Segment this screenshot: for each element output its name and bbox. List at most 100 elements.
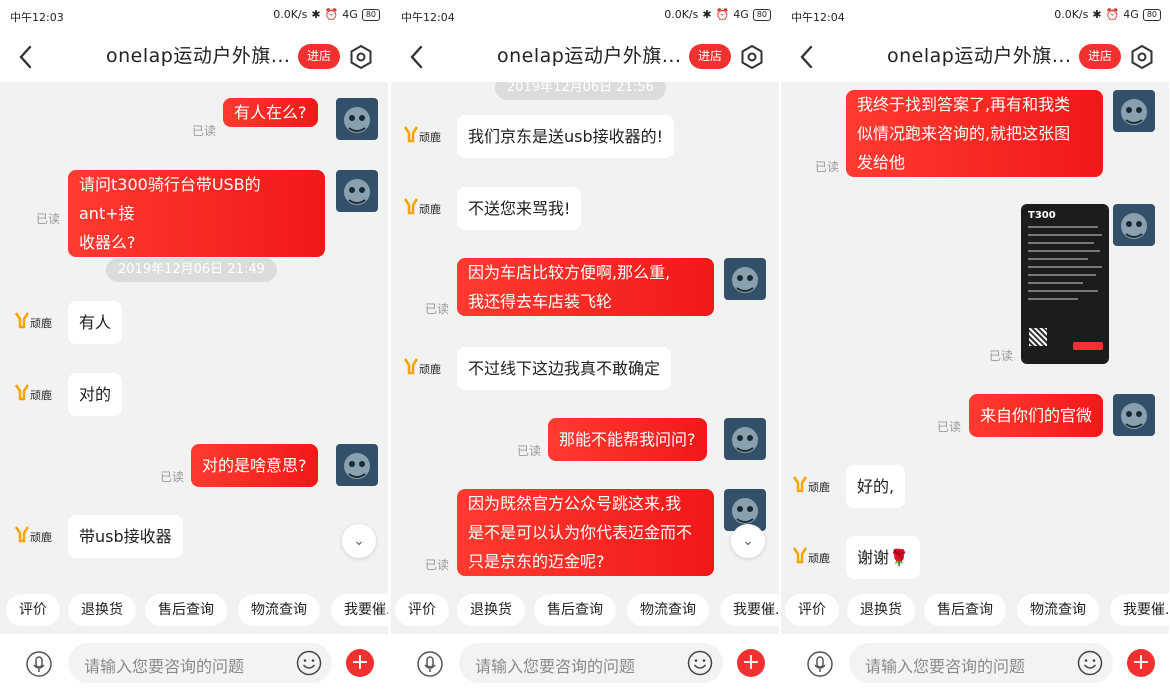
chat-header: onelap运动户外旗... 进店 [391,32,779,82]
user-avatar[interactable] [724,418,766,460]
message-bubble[interactable]: 有人在么? [223,98,318,127]
quick-reply-urge[interactable]: 我要催... [331,594,388,626]
quick-reply-review[interactable]: 评价 [6,594,60,626]
message-bubble[interactable]: 不送您来骂我! [457,187,582,230]
message-input[interactable]: 请输入您要咨询的问题 [459,643,723,683]
quick-reply-logistics[interactable]: 物流查询 [1017,594,1099,626]
battery-icon: 80 [361,8,380,21]
message-bubble[interactable]: 对的是啥意思? [191,444,318,487]
deer-logo-icon [14,384,30,401]
add-button[interactable]: + [346,649,374,677]
message-bubble[interactable]: 不过线下这边我真不敢确定 [457,347,672,390]
quick-reply-urge[interactable]: 我要催... [1110,594,1169,626]
message-bubble[interactable]: 来自你们的官微 [969,394,1104,437]
back-arrow-icon[interactable] [14,43,40,71]
read-status: 已读 [815,160,840,174]
status-time: 中午12:03 [10,11,64,24]
message-bubble[interactable]: 我们京东是送usb接收器的! [457,115,675,158]
message-bubble[interactable]: 谢谢🌹 [846,536,920,579]
bluetooth-icon: ✱ [702,8,712,21]
quick-reply-aftersale[interactable]: 售后查询 [534,594,616,626]
settings-icon[interactable] [348,44,374,70]
message-list: 已读 我终于找到答案了,再有和我类 似情况跑来咨询的,就把这张图 发给他 已读 … [781,82,1169,592]
qr-code [1029,328,1047,346]
add-button[interactable]: + [737,649,765,677]
shop-logo: 顽鹿 [14,525,60,547]
message-bubble[interactable]: 带usb接收器 [68,515,183,558]
quick-reply-logistics[interactable]: 物流查询 [627,594,709,626]
microphone-icon[interactable] [807,651,833,677]
shared-image[interactable]: T300 [1021,204,1109,364]
message-bubble[interactable]: 我终于找到答案了,再有和我类 似情况跑来咨询的,就把这张图 发给他 [846,90,1103,177]
message-input[interactable]: 请输入您要咨询的问题 [849,643,1113,683]
message-input-placeholder: 请输入您要咨询的问题 [84,657,245,676]
shop-title: onelap运动户外旗... [887,45,1069,67]
microphone-icon[interactable] [417,651,443,677]
message-input[interactable]: 请输入您要咨询的问题 [68,643,332,683]
message-bubble[interactable]: 因为车店比较方便啊,那么重, 我还得去车店装飞轮 [457,258,714,316]
deer-logo-icon [14,526,30,543]
message-timestamp: 2019年12月06日 21:56 [495,82,666,100]
shop-logo: 顽鹿 [792,475,838,497]
quick-reply-aftersale[interactable]: 售后查询 [924,594,1006,626]
quick-reply-return[interactable]: 退换货 [847,594,915,626]
user-avatar[interactable] [724,258,766,300]
read-status: 已读 [192,124,217,138]
deer-logo-icon [792,476,808,493]
read-status: 已读 [989,349,1014,363]
read-status: 已读 [937,420,962,434]
scroll-down-button[interactable]: ⌄ [342,524,376,558]
message-timestamp: 2019年12月06日 21:49 [106,258,277,282]
message-bubble[interactable]: 因为既然官方公众号跳这来,我 是不是可以认为你代表迈金而不 只是京东的迈金呢? [457,489,714,576]
quick-reply-review[interactable]: 评价 [395,594,449,626]
quick-reply-logistics[interactable]: 物流查询 [238,594,320,626]
shop-logo-text: 顽鹿 [419,363,441,376]
message-bubble[interactable]: 那能不能帮我问问? [548,418,707,461]
user-avatar[interactable] [1113,394,1155,436]
user-avatar[interactable] [1113,204,1155,246]
shop-logo-text: 顽鹿 [808,552,830,565]
user-avatar[interactable] [336,170,378,212]
shop-title: onelap运动户外旗... [497,45,679,67]
alarm-icon: ⏰ [715,8,730,21]
network-speed: 0.0K/s [1054,8,1089,21]
message-bubble[interactable]: 请问t300骑行台带USB的ant+接 收器么? [68,170,325,257]
shop-logo-text: 顽鹿 [30,531,52,544]
microphone-icon[interactable] [26,651,52,677]
enter-shop-button[interactable]: 进店 [298,44,340,69]
emoji-icon[interactable] [687,650,713,676]
battery-icon: 80 [1142,8,1161,21]
status-time: 中午12:04 [401,11,455,24]
read-status: 已读 [517,444,542,458]
alarm-icon: ⏰ [324,8,339,21]
settings-icon[interactable] [1129,44,1155,70]
message-bubble[interactable]: 有人 [68,301,123,344]
quick-reply-review[interactable]: 评价 [785,594,839,626]
status-time: 中午12:04 [791,11,845,24]
quick-reply-return[interactable]: 退换货 [457,594,525,626]
quick-reply-aftersale[interactable]: 售后查询 [145,594,227,626]
scroll-down-button[interactable]: ⌄ [731,524,765,558]
input-bar: 请输入您要咨询的问题 + [391,634,779,692]
user-avatar[interactable] [336,444,378,486]
shop-logo: 顽鹿 [14,311,60,333]
enter-shop-button[interactable]: 进店 [689,44,731,69]
shared-image-text [1028,226,1102,306]
user-avatar[interactable] [336,98,378,140]
message-bubble[interactable]: 好的, [846,465,906,508]
quick-reply-return[interactable]: 退换货 [68,594,136,626]
back-arrow-icon[interactable] [795,43,821,71]
enter-shop-button[interactable]: 进店 [1079,44,1121,69]
settings-icon[interactable] [739,44,765,70]
network-speed: 0.0K/s [664,8,699,21]
emoji-icon[interactable] [1077,650,1103,676]
add-button[interactable]: + [1127,649,1155,677]
user-avatar[interactable] [1113,90,1155,132]
shop-logo: 顽鹿 [403,357,449,379]
status-bar: 中午12:03 0.0K/s ✱ ⏰ 4G 80 [0,0,388,32]
chat-panel-1: 中午12:03 0.0K/s ✱ ⏰ 4G 80 onelap运动户外旗... … [0,0,388,692]
quick-reply-urge[interactable]: 我要催... [720,594,779,626]
back-arrow-icon[interactable] [405,43,431,71]
emoji-icon[interactable] [296,650,322,676]
message-bubble[interactable]: 对的 [68,373,123,416]
